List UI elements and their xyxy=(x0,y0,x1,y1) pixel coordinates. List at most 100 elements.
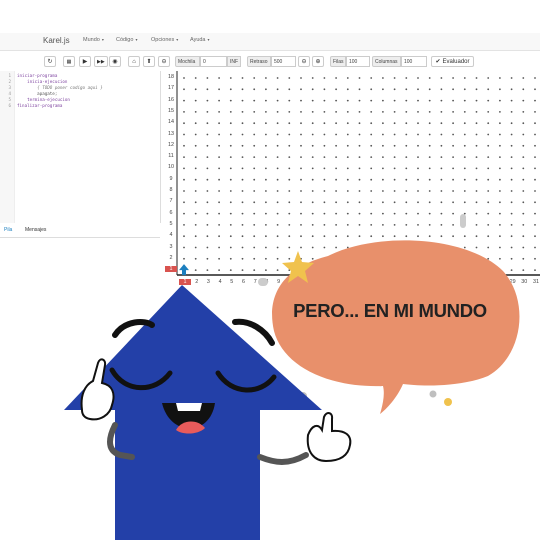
world-corner-dot xyxy=(253,224,256,226)
delay-increase-button[interactable]: ⊕ xyxy=(312,56,324,67)
world-corner-dot xyxy=(475,88,478,91)
code-line[interactable]: inicia-ejecucion xyxy=(17,79,67,84)
world-corner-dot xyxy=(382,99,384,102)
refresh-icon: ↻ xyxy=(47,59,53,65)
world-corner-dot xyxy=(183,257,185,260)
brand-title[interactable]: Karel.js xyxy=(43,36,70,45)
menu-codigo[interactable]: Código ▾ xyxy=(116,37,137,43)
world-corner-dot xyxy=(346,190,349,192)
world-corner-dot xyxy=(382,201,384,204)
columnas-input[interactable]: 100 xyxy=(401,56,427,67)
world-corner-dot xyxy=(253,111,256,113)
grid-icon: ▦ xyxy=(66,58,72,65)
world-corner-dot xyxy=(499,212,501,215)
world-corner-dot xyxy=(241,111,244,113)
code-line[interactable]: termina-ejecucion xyxy=(17,97,70,102)
world-corner-dot xyxy=(393,156,396,158)
infinite-beepers-button[interactable]: INF xyxy=(227,56,241,67)
minus-circle-icon: ⊖ xyxy=(301,59,307,65)
world-corner-dot xyxy=(276,190,279,192)
world-corner-dot xyxy=(440,133,443,136)
world-corner-dot xyxy=(346,201,349,204)
world-corner-dot xyxy=(229,133,232,136)
world-corner-dot xyxy=(417,122,419,125)
code-editor[interactable]: 1 2 3 4 5 6 iniciar-programa inicia-ejec… xyxy=(0,71,161,223)
karel-robot-icon xyxy=(179,264,189,276)
world-corner-dot xyxy=(323,190,326,192)
menu-opciones[interactable]: Opciones ▾ xyxy=(151,37,178,43)
world-corner-dot xyxy=(358,201,361,204)
run-button[interactable]: ▶ xyxy=(79,56,91,67)
world-corner-dot xyxy=(487,88,490,91)
retraso-input[interactable]: 500 xyxy=(271,56,296,67)
world-corner-dot xyxy=(253,122,256,125)
world-corner-dot xyxy=(463,111,466,113)
world-corner-dot xyxy=(405,156,408,158)
menu-ayuda[interactable]: Ayuda ▾ xyxy=(190,37,210,43)
reset-button[interactable]: ↻ xyxy=(44,56,56,67)
tab-pila[interactable]: Pila xyxy=(4,227,12,233)
world-corner-dot xyxy=(370,224,373,226)
up-button[interactable]: ⬆ xyxy=(143,56,155,67)
world-corner-dot xyxy=(241,144,244,147)
evaluador-button[interactable]: ✔ Evaluador xyxy=(431,56,474,67)
world-corner-dot xyxy=(323,88,326,91)
world-corner-dot xyxy=(323,144,326,147)
code-line[interactable]: iniciar-programa xyxy=(17,73,57,78)
home-button[interactable]: ⌂ xyxy=(128,56,140,67)
code-line[interactable]: finalizar-programa xyxy=(17,103,62,108)
world-corner-dot xyxy=(534,144,536,147)
world-corner-dot xyxy=(229,224,232,226)
world-corner-dot xyxy=(417,111,419,113)
world-vertical-scroll-thumb[interactable] xyxy=(460,214,466,228)
world-corner-dot xyxy=(206,167,209,170)
code-line[interactable]: apagate; xyxy=(17,91,57,96)
world-corner-dot xyxy=(253,235,256,238)
toolbar: ↻ ▦ ▶ ▶▶ ◉ ⌂ ⬆ ⊖ Mochila 0 INF Retraso 5… xyxy=(0,53,540,70)
menu-mundo[interactable]: Mundo ▾ xyxy=(83,37,104,43)
mochila-input[interactable]: 0 xyxy=(200,56,227,67)
tab-mensajes[interactable]: Mensajes xyxy=(25,227,46,233)
world-corner-dot xyxy=(311,212,314,215)
row-label: 7 xyxy=(169,198,173,205)
world-corner-dot xyxy=(253,133,256,136)
world-corner-dot xyxy=(288,190,291,192)
world-corner-dot xyxy=(510,99,513,102)
world-corner-dot xyxy=(229,246,232,249)
world-corner-dot xyxy=(206,224,209,226)
world-corner-dot xyxy=(241,99,244,102)
world-corner-dot xyxy=(358,190,361,192)
world-corner-dot xyxy=(265,257,267,260)
world-corner-dot xyxy=(323,111,326,113)
world-corner-dot xyxy=(440,122,443,125)
stop-button[interactable]: ◉ xyxy=(109,56,121,67)
step-button[interactable]: ▶▶ xyxy=(94,56,108,67)
code-line[interactable]: { TODO poner codigo aqui } xyxy=(17,85,103,90)
world-corner-dot xyxy=(417,190,419,192)
world-corner-dot xyxy=(276,156,279,158)
world-corner-dot xyxy=(311,190,314,192)
world-corner-dot xyxy=(241,88,244,91)
world-corner-dot xyxy=(335,190,337,192)
world-corner-dot xyxy=(311,77,314,79)
world-corner-dot xyxy=(229,144,232,147)
world-corner-dot xyxy=(346,99,349,102)
world-corner-dot xyxy=(440,77,443,79)
world-corner-dot xyxy=(499,144,501,147)
world-corner-dot xyxy=(218,212,220,215)
world-corner-dot xyxy=(463,178,466,181)
minus-button[interactable]: ⊖ xyxy=(158,56,170,67)
world-corner-dot xyxy=(241,77,244,79)
world-corner-dot xyxy=(405,190,408,192)
delay-decrease-button[interactable]: ⊖ xyxy=(298,56,310,67)
filas-input[interactable]: 100 xyxy=(346,56,370,67)
world-corner-dot xyxy=(300,212,302,215)
world-corner-dot xyxy=(475,178,478,181)
world-corner-dot xyxy=(440,167,443,170)
world-corner-dot xyxy=(475,201,478,204)
compile-button[interactable]: ▦ xyxy=(63,56,75,67)
world-corner-dot xyxy=(405,167,408,170)
world-corner-dot xyxy=(487,201,490,204)
world-corner-dot xyxy=(452,167,454,170)
world-corner-dot xyxy=(346,212,349,215)
